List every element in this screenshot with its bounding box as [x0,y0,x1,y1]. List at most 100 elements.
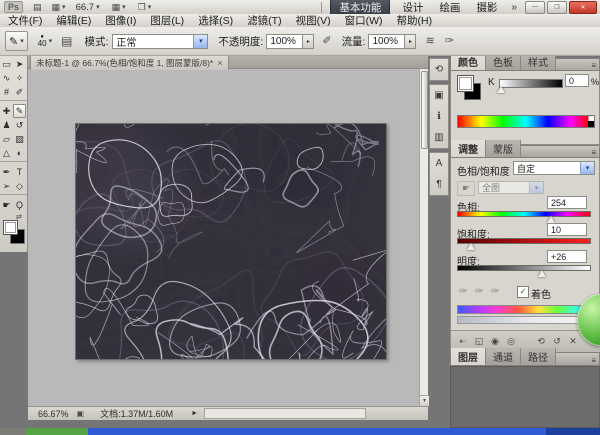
minimize-button[interactable]: — [525,1,545,14]
arrange-documents-arrow-icon[interactable]: ▾ [122,3,126,11]
eyedropper-add-icon[interactable]: ✑ [475,286,483,297]
menu-edit[interactable]: 编辑(E) [49,13,98,28]
menu-help[interactable]: 帮助(H) [390,13,440,28]
adjustments-panel-menu-icon[interactable]: ≡ [591,148,599,157]
close-button[interactable]: ✕ [569,1,597,14]
menu-file[interactable]: 文件(F) [1,13,49,28]
layers-panel-menu-icon[interactable]: ≡ [591,356,599,365]
saturation-slider-thumb[interactable] [467,243,475,250]
document-tab[interactable]: 未标题-1 @ 66.7%(色相/饱和度 1, 图层蒙版/8)* × [30,55,229,70]
history-panel-icon[interactable]: ⟲ [430,59,448,80]
move-tool[interactable]: ➤ [13,57,26,71]
saturation-value-input[interactable]: 10 [547,223,587,236]
toggle-brush-panel-icon[interactable]: ▤ [61,35,72,47]
lightness-slider[interactable] [457,265,591,271]
tablet-pressure-icon[interactable]: ✑ [445,36,454,47]
info-panel-icon[interactable]: ℹ [430,106,448,127]
launch-bridge-icon[interactable]: ▤ [33,3,42,12]
toggle-visibility-icon[interactable]: ◎ [503,335,519,349]
path-selection-tool[interactable]: ➢ [0,179,13,193]
eraser-tool[interactable]: ▱ [0,132,13,146]
opacity-input[interactable]: 100% [266,34,303,49]
histogram-panel-icon[interactable]: ▥ [430,127,448,148]
status-zoom-value[interactable]: 66.67% [38,409,69,419]
taskbar-tray[interactable] [546,428,600,435]
hand-tool[interactable]: ☛ [0,198,13,212]
quick-selection-tool[interactable]: ✧ [13,71,26,85]
tool-preset-picker[interactable]: ✎ ▾ [5,31,28,51]
menu-image[interactable]: 图像(I) [98,13,143,28]
foreground-color-swatch[interactable] [3,220,18,235]
clone-source-panel-icon[interactable]: ▣ [430,85,448,106]
eyedropper-set-icon[interactable]: ✑ [459,286,467,297]
arrange-documents-icon[interactable]: ▦ [112,3,121,12]
tab-layers[interactable]: 图层 [451,348,486,365]
view-previous-state-icon[interactable]: ⟲ [533,335,549,349]
color-panel-menu-icon[interactable]: ≡ [591,61,599,70]
screen-mode-arrow-icon[interactable]: ▾ [148,3,152,11]
reset-adjustment-icon[interactable]: ↺ [549,335,565,349]
delete-adjustment-icon[interactable]: ✕ [565,335,581,349]
blur-tool[interactable]: △ [0,146,13,160]
airbrush-icon[interactable]: ≋ [425,36,434,47]
color-panel-fg-swatch[interactable] [457,75,474,92]
k-slider-thumb[interactable] [497,86,505,93]
view-extras-arrow-icon[interactable]: ▾ [62,3,66,11]
return-to-adjustment-list-icon[interactable]: ⇠ [455,335,471,349]
document-tab-close-icon[interactable]: × [217,58,222,68]
zoom-level-arrow-icon[interactable]: ▾ [96,3,100,11]
character-panel-icon[interactable]: A [430,153,448,174]
menu-window[interactable]: 窗口(W) [338,13,390,28]
pressure-opacity-icon[interactable]: ✐ [322,36,331,47]
pen-tool[interactable]: ✒ [0,165,13,179]
eyedropper-subtract-icon[interactable]: ✑ [491,286,499,297]
rectangular-marquee-tool[interactable]: ▭ [0,57,13,71]
preset-select[interactable]: 自定 ▾ [513,161,595,175]
restore-button[interactable]: ❐ [547,1,567,14]
menu-view[interactable]: 视图(V) [289,13,338,28]
spectrum-black-cap[interactable] [588,121,594,127]
tab-paths[interactable]: 路径 [521,348,556,365]
status-flyout-arrow-icon[interactable]: ► [191,410,198,417]
clip-to-layer-icon[interactable]: ◉ [487,335,503,349]
gradient-tool[interactable]: ▧ [13,132,26,146]
targeted-adjustment-icon[interactable]: ☛ [457,181,475,196]
workspace-overflow-button[interactable]: » [505,2,523,13]
dodge-tool[interactable]: ◐ [13,146,26,160]
colorize-checkbox[interactable]: ✓ [517,286,529,298]
document-canvas-image[interactable] [76,124,386,359]
lightness-value-input[interactable]: +26 [547,250,587,263]
lasso-tool[interactable]: ∿ [0,71,13,85]
flow-spinner-icon[interactable]: ▸ [405,34,416,49]
zoom-level-control[interactable]: 66.7 [76,2,95,13]
screen-mode-icon[interactable]: ❒ [138,3,146,12]
hue-slider-thumb[interactable] [547,216,555,223]
hue-value-input[interactable]: 254 [547,196,587,209]
tab-channels[interactable]: 通道 [486,348,521,365]
blend-mode-select[interactable]: 正常 ▾ [112,34,208,49]
crop-tool[interactable]: # [0,85,13,99]
eyedropper-tool[interactable]: ✐ [13,85,26,99]
taskbar-main[interactable] [88,428,546,435]
brush-preset-arrow-icon[interactable]: ▾ [49,37,53,45]
view-extras-icon[interactable]: ▦ [52,3,61,12]
saturation-slider[interactable] [457,238,591,244]
menu-select[interactable]: 选择(S) [191,13,240,28]
hue-slider[interactable] [457,211,591,217]
clone-stamp-tool[interactable]: ♟ [0,118,13,132]
k-slider-ramp[interactable] [499,79,563,88]
shape-tool[interactable]: ◇ [13,179,26,193]
scrollbar-thumb[interactable] [421,71,428,149]
scrollbar-down-arrow-icon[interactable]: ▾ [420,395,429,406]
taskbar-start-button[interactable] [26,428,88,435]
expanded-view-icon[interactable]: ◱ [471,335,487,349]
brush-tool[interactable]: ✎ [13,104,26,118]
k-value-input[interactable]: 0 [565,74,589,87]
menu-layer[interactable]: 图层(L) [143,13,191,28]
menu-filter[interactable]: 滤镜(T) [240,13,288,28]
spot-healing-brush-tool[interactable]: ✚ [0,104,13,118]
vertical-scrollbar[interactable]: ▾ [419,69,428,406]
tab-masks[interactable]: 蒙版 [486,140,521,157]
status-doc-info[interactable]: 文档:1.37M/1.60M [100,407,173,420]
opacity-spinner-icon[interactable]: ▸ [303,34,314,49]
